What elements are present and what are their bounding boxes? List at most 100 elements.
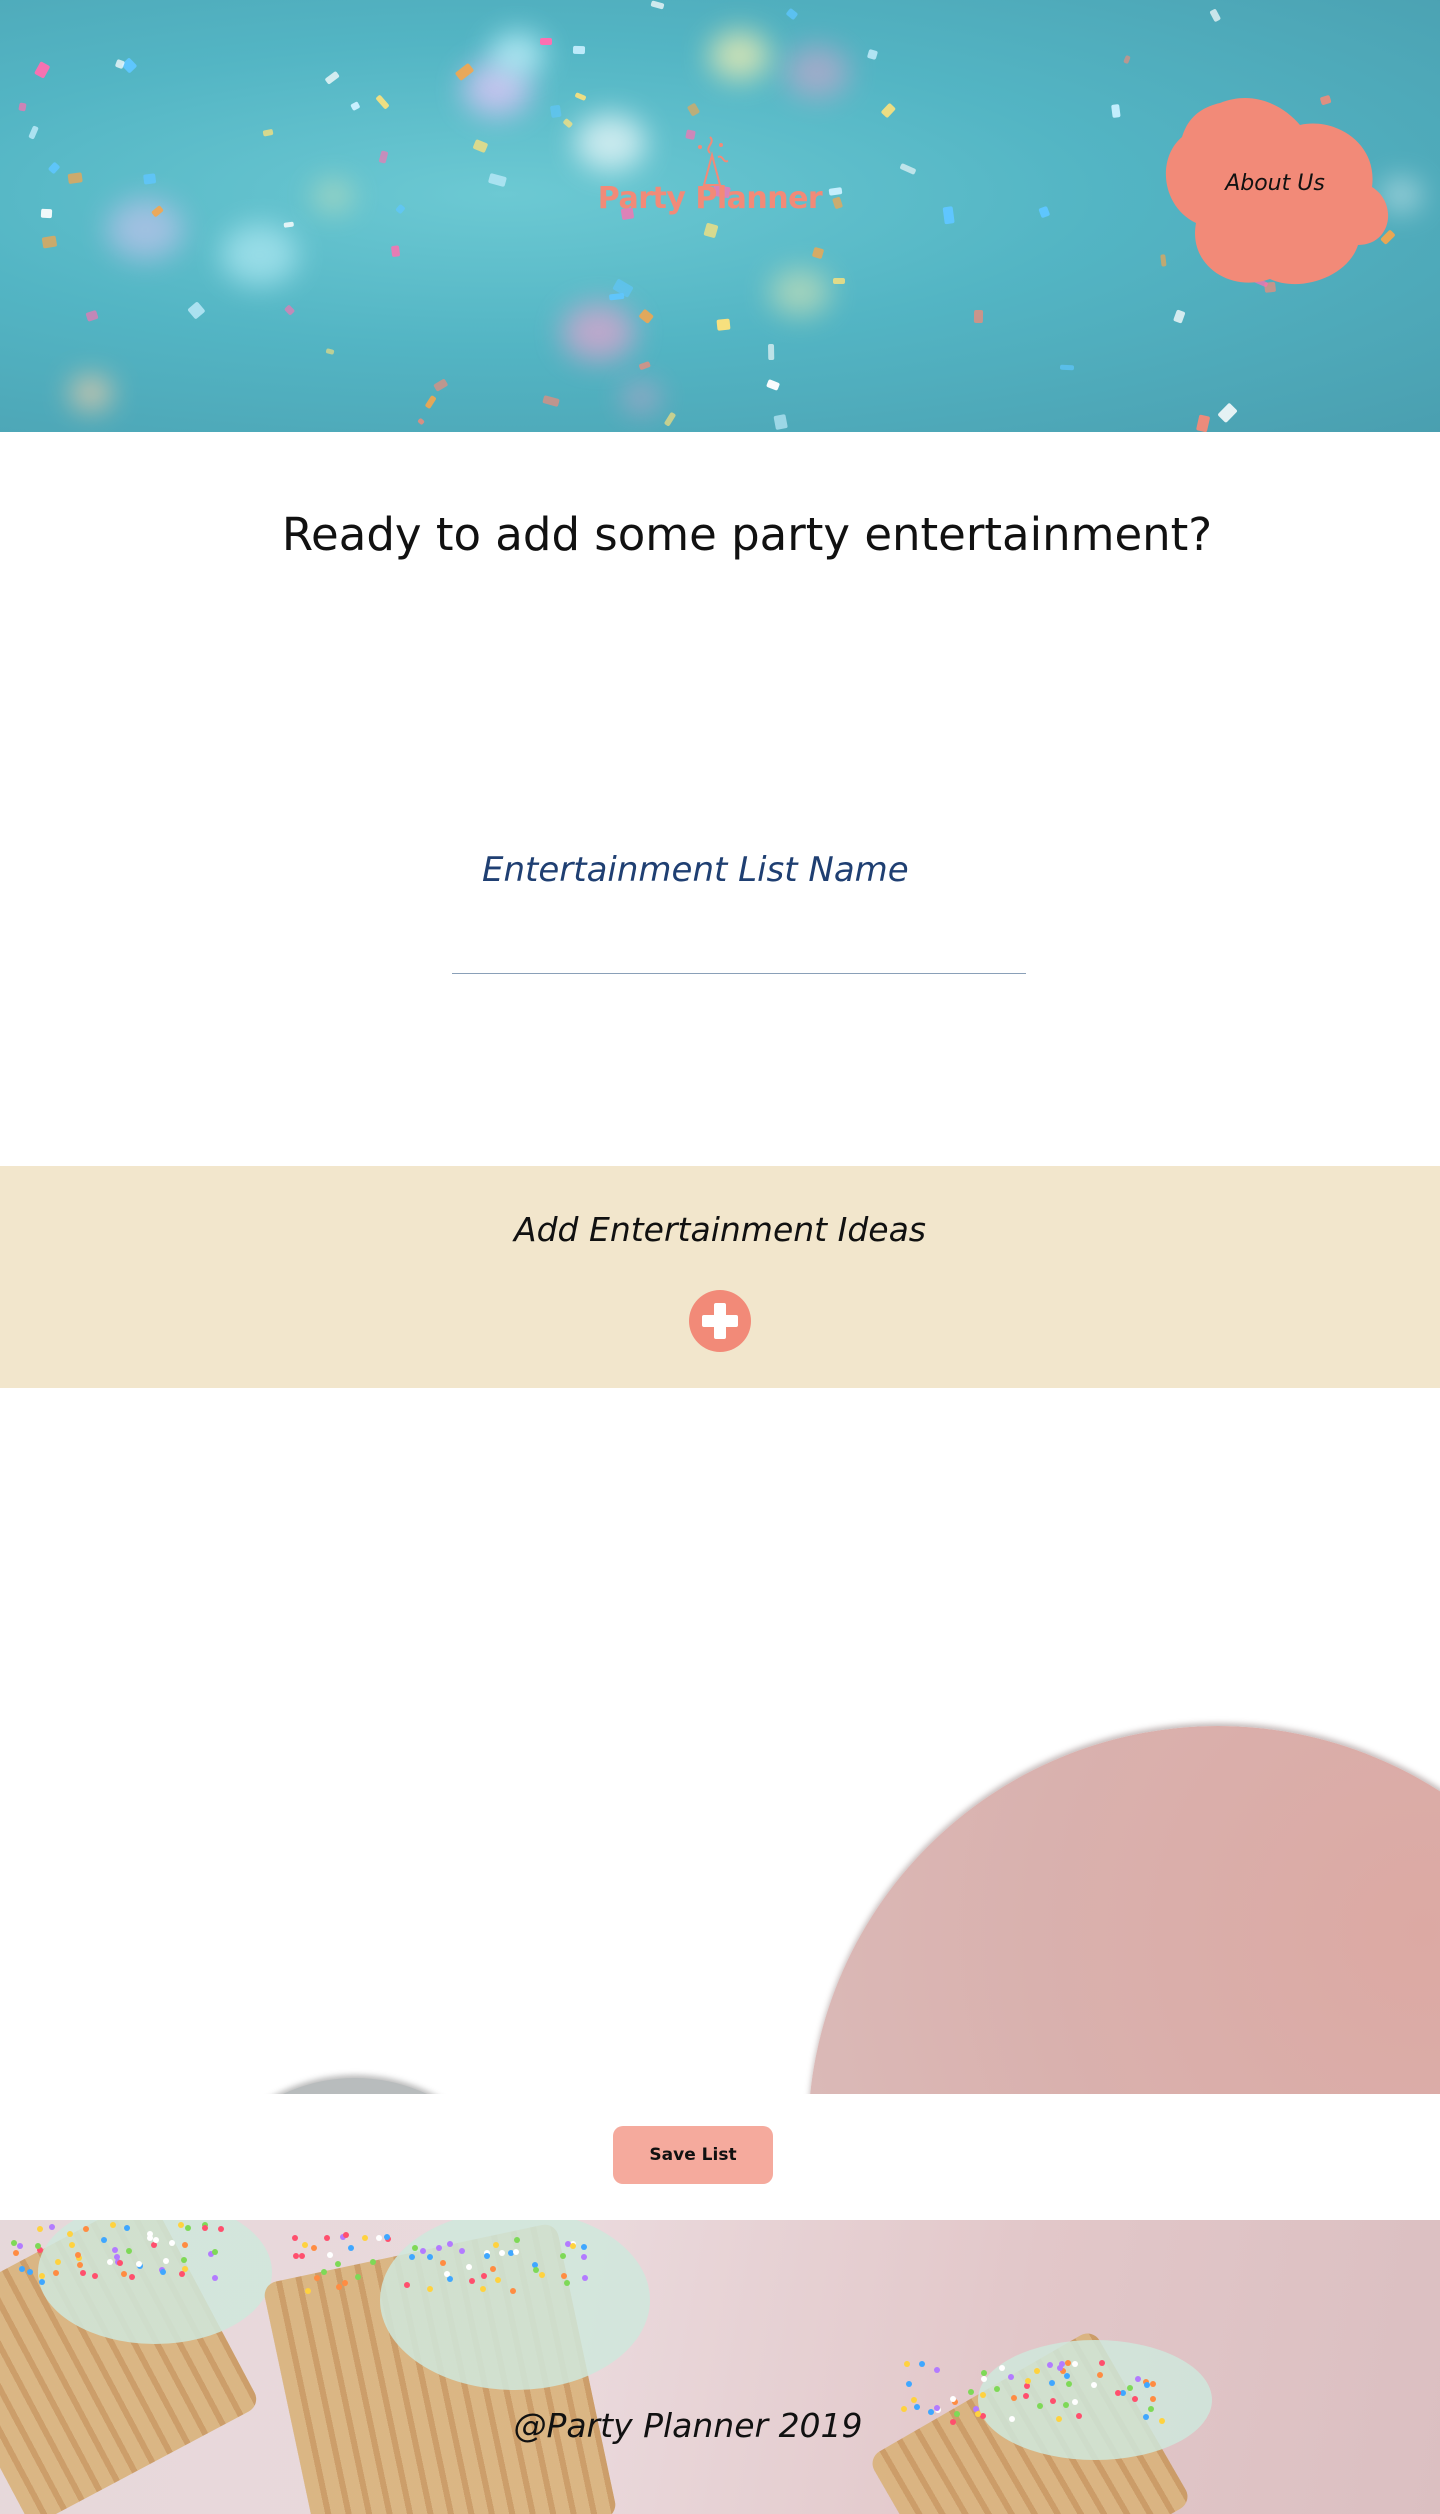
sprinkle — [1071, 2360, 1078, 2367]
sprinkle — [1149, 2380, 1156, 2387]
sprinkle — [458, 2247, 465, 2254]
confetti-piece — [262, 128, 274, 137]
confetti-piece — [143, 173, 156, 185]
confetti-piece — [84, 309, 99, 323]
confetti-piece — [832, 196, 844, 210]
sprinkle — [999, 2364, 1006, 2371]
add-ideas-label: Add Entertainment Ideas — [514, 1210, 926, 1249]
sprinkle — [347, 2244, 354, 2251]
sprinkle — [201, 2224, 208, 2231]
sprinkle — [408, 2254, 415, 2261]
sprinkle — [905, 2380, 912, 2387]
confetti-piece — [773, 413, 788, 430]
about-us-button[interactable]: About Us — [1160, 95, 1395, 290]
sprinkle — [66, 2230, 73, 2237]
sprinkle — [493, 2241, 500, 2248]
confetti-piece — [67, 172, 83, 185]
sprinkle — [1091, 2381, 1098, 2388]
confetti-piece — [828, 187, 843, 197]
confetti-piece — [572, 45, 585, 55]
sprinkle — [1114, 2389, 1121, 2396]
sprinkle — [311, 2244, 318, 2251]
sprinkle — [1143, 2381, 1150, 2388]
confetti-piece — [284, 304, 296, 316]
confetti-piece — [424, 394, 437, 409]
bokeh-light — [490, 31, 545, 76]
large-pink-circle — [808, 1726, 1440, 2094]
sprinkle — [561, 2272, 568, 2279]
confetti-piece — [663, 411, 677, 427]
sprinkle — [981, 2375, 988, 2382]
confetti-piece — [638, 308, 655, 325]
confetti-piece — [973, 309, 984, 323]
bokeh-light — [562, 303, 635, 362]
sprinkle — [1033, 2367, 1040, 2374]
confetti-piece — [472, 138, 488, 153]
sprinkle — [933, 2366, 940, 2373]
confetti-piece — [539, 37, 553, 45]
confetti-piece — [638, 361, 651, 371]
sprinkle — [168, 2240, 175, 2247]
confetti-piece — [325, 347, 335, 356]
confetti-piece — [395, 203, 406, 215]
sprinkle — [106, 2259, 113, 2266]
sprinkle — [582, 2274, 589, 2281]
sprinkle — [69, 2241, 76, 2248]
sprinkle — [1057, 2364, 1064, 2371]
sprinkle — [489, 2265, 496, 2272]
confetti-piece — [562, 118, 573, 129]
sprinkle — [302, 2242, 309, 2249]
confetti-piece — [283, 221, 295, 228]
sprinkle — [91, 2273, 98, 2279]
confetti-piece — [550, 104, 562, 118]
confetti-piece — [40, 208, 53, 219]
confetti-piece — [33, 61, 51, 80]
save-list-button[interactable]: Save List — [613, 2126, 773, 2184]
confetti-piece — [1196, 414, 1211, 432]
bokeh-light — [785, 46, 850, 98]
confetti-piece — [1059, 364, 1074, 371]
confetti-piece — [608, 293, 625, 301]
sprinkle — [465, 2264, 472, 2271]
list-name-label: Entertainment List Name — [482, 850, 909, 890]
sprinkle — [299, 2252, 306, 2259]
sprinkle — [13, 2250, 20, 2257]
confetti-piece — [899, 163, 917, 176]
footer-copyright: @Party Planner 2019 — [513, 2406, 863, 2445]
bokeh-light — [708, 31, 770, 81]
confetti-piece — [832, 277, 845, 284]
sprinkle — [327, 2251, 333, 2258]
add-ideas-section: Add Entertainment Ideas — [0, 1166, 1440, 1388]
confetti-piece — [574, 91, 587, 101]
sprinkle — [320, 2268, 327, 2275]
sprinkle — [19, 2265, 26, 2272]
confetti-piece — [1172, 309, 1186, 325]
confetti-piece — [786, 7, 799, 21]
sprinkle — [1048, 2380, 1055, 2387]
save-section: Save List — [0, 2094, 1440, 2220]
sprinkle — [82, 2226, 89, 2232]
header-banner: Party Planner About Us — [0, 0, 1440, 432]
sprinkle — [1063, 2372, 1070, 2379]
sprinkle — [10, 2239, 17, 2246]
logo-link[interactable]: Party Planner — [590, 135, 830, 216]
list-name-input[interactable] — [452, 920, 1026, 974]
sprinkle — [37, 2226, 44, 2233]
confetti-piece — [379, 150, 389, 164]
confetti-piece — [487, 173, 507, 187]
bokeh-light — [621, 382, 661, 414]
sprinkle — [538, 2272, 545, 2279]
confetti-piece — [40, 235, 57, 249]
confetti-piece — [432, 378, 449, 393]
small-grey-circle — [185, 2078, 525, 2094]
logo-text: Party Planner — [597, 181, 823, 216]
confetti-piece — [1038, 205, 1051, 218]
sprinkle — [159, 2268, 166, 2275]
confetti-piece — [765, 378, 781, 391]
add-idea-button[interactable] — [689, 1290, 751, 1352]
sprinkle — [179, 2270, 186, 2277]
sprinkle — [510, 2287, 517, 2294]
sprinkle — [305, 2287, 312, 2294]
confetti-piece — [942, 205, 955, 224]
page-title: Ready to add some party entertainment? — [281, 508, 1213, 561]
